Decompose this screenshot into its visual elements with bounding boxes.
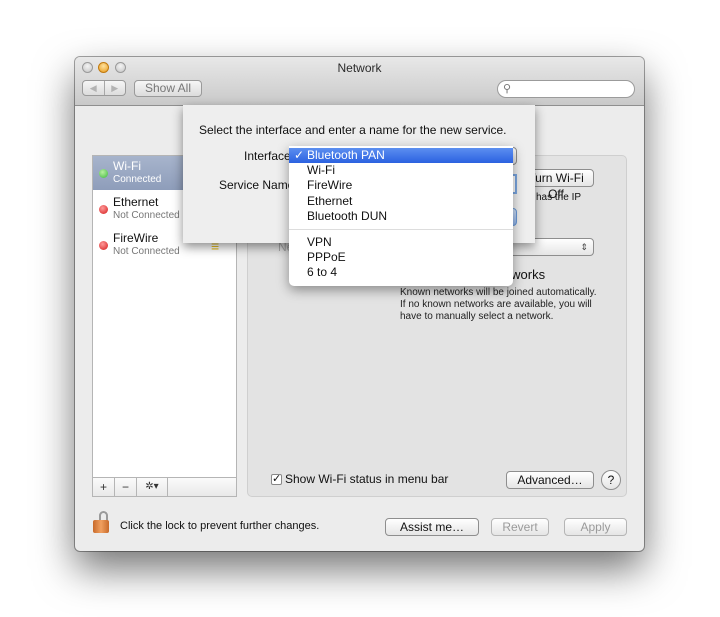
menu-item-ethernet[interactable]: Ethernet xyxy=(289,194,513,209)
updown-arrows-icon: ⇕ xyxy=(580,242,588,252)
assist-me-button[interactable]: Assist me… xyxy=(385,518,479,536)
menu-item-wifi[interactable]: Wi-Fi xyxy=(289,163,513,178)
status-red-icon xyxy=(99,205,108,214)
checkmark-icon: ✓ xyxy=(294,148,305,162)
menu-item-pppoe[interactable]: PPPoE xyxy=(289,250,513,265)
help-button[interactable]: ? xyxy=(601,470,621,490)
apply-button[interactable]: Apply xyxy=(564,518,627,536)
back-arrow-icon[interactable]: ◀ xyxy=(83,81,105,95)
lock-icon[interactable] xyxy=(93,511,111,533)
menu-item-vpn[interactable]: VPN xyxy=(289,235,513,250)
gear-menu-button[interactable]: ✲▾ xyxy=(137,478,168,496)
status-green-icon xyxy=(99,169,108,178)
interface-label: Interface: xyxy=(244,149,295,163)
window-title: Network xyxy=(337,61,382,75)
search-field[interactable]: ⚲ xyxy=(497,80,635,98)
interface-dropdown-menu: ✓ Bluetooth PAN Wi-Fi FireWire Ethernet … xyxy=(289,146,513,286)
checkmark-icon: ✓ xyxy=(272,473,282,485)
menu-item-bluetooth-pan[interactable]: ✓ Bluetooth PAN xyxy=(289,148,513,163)
wifi-status-text: has the IP xyxy=(536,192,582,203)
menu-item-label: Bluetooth PAN xyxy=(307,148,385,162)
show-status-checkbox[interactable]: ✓ xyxy=(271,474,282,485)
back-forward-control[interactable]: ◀ ▶ xyxy=(82,80,126,96)
revert-button[interactable]: Revert xyxy=(491,518,549,536)
service-status: Not Connected xyxy=(113,246,180,257)
search-icon: ⚲ xyxy=(503,83,512,95)
service-status: Connected xyxy=(113,174,162,185)
network-preferences-window: Network ◀ ▶ Show All ⚲ Wi-Fi Connected E… xyxy=(75,57,644,551)
menu-item-6to4[interactable]: 6 to 4 xyxy=(289,265,513,280)
menu-item-bluetooth-dun[interactable]: Bluetooth DUN xyxy=(289,209,513,224)
service-status: Not Connected xyxy=(113,210,180,221)
service-name: Ethernet xyxy=(113,195,159,209)
show-status-label: Show Wi-Fi status in menu bar xyxy=(285,472,449,486)
add-service-button[interactable]: + xyxy=(93,478,115,496)
ask-join-help-1: Known networks will be joined automatica… xyxy=(400,287,597,298)
service-name: FireWire xyxy=(113,231,159,245)
show-all-button[interactable]: Show All xyxy=(134,80,202,97)
sheet-prompt: Select the interface and enter a name fo… xyxy=(199,123,507,137)
service-name-label: Service Name: xyxy=(219,178,298,192)
menu-separator xyxy=(289,229,513,230)
service-list-toolbar: + − ✲▾ xyxy=(92,477,237,497)
ask-join-help-2: If no known networks are available, you … xyxy=(400,299,592,310)
forward-arrow-icon[interactable]: ▶ xyxy=(105,81,126,95)
remove-service-button[interactable]: − xyxy=(115,478,137,496)
advanced-button[interactable]: Advanced… xyxy=(506,471,594,489)
lock-message: Click the lock to prevent further change… xyxy=(120,520,320,532)
title-bar: Network ◀ ▶ Show All ⚲ xyxy=(75,57,644,106)
service-name: Wi-Fi xyxy=(113,159,141,173)
status-red-icon xyxy=(99,241,108,250)
menu-item-firewire[interactable]: FireWire xyxy=(289,178,513,193)
ask-join-help-3: have to manually select a network. xyxy=(400,311,554,322)
